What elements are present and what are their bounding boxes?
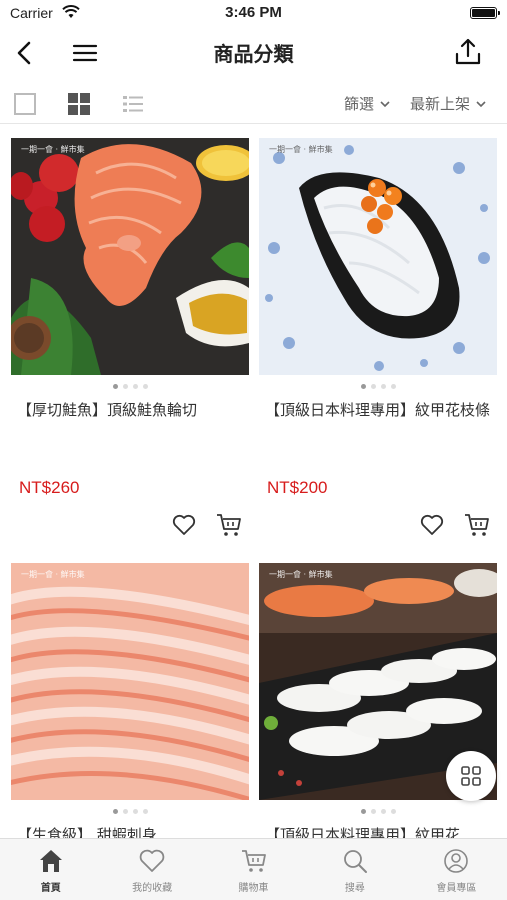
tab-label: 搜尋 xyxy=(344,883,365,894)
image-pager xyxy=(11,384,249,389)
chevron-down-icon xyxy=(476,100,486,107)
home-icon xyxy=(39,850,62,872)
grid-view-icon[interactable] xyxy=(68,93,90,115)
sort-label: 最新上架 xyxy=(410,95,471,113)
back-icon[interactable] xyxy=(10,38,40,68)
cart-icon[interactable] xyxy=(215,512,243,538)
menu-icon[interactable] xyxy=(70,38,100,68)
heart-icon[interactable] xyxy=(171,512,197,538)
view-toolbar: 篩選 最新上架 xyxy=(0,84,507,124)
list-view-icon[interactable] xyxy=(122,93,144,115)
tab-label: 會員專區 xyxy=(436,883,477,894)
product-image[interactable]: 一期一會 · 鮮市集 xyxy=(259,138,497,375)
cart-icon xyxy=(241,850,266,872)
status-bar: Carrier 3:46 PM xyxy=(0,0,507,30)
heart-icon xyxy=(139,849,165,872)
search-icon xyxy=(344,850,367,873)
cart-icon[interactable] xyxy=(463,512,491,538)
brand-watermark: 一期一會 · 鮮市集 xyxy=(21,145,85,154)
brand-watermark: 一期一會 · 鮮市集 xyxy=(269,145,333,154)
bottom-tab-bar: 首頁 我的收藏 購物車 搜尋 會員專區 xyxy=(0,838,507,900)
chevron-down-icon xyxy=(380,100,390,107)
brand-watermark: 一期一會 · 鮮市集 xyxy=(21,570,85,579)
product-price: NT$260 xyxy=(19,478,80,497)
user-icon xyxy=(444,849,469,873)
clock: 3:46 PM xyxy=(225,4,282,21)
image-pager xyxy=(259,384,497,389)
product-image[interactable]: 一期一會 · 鮮市集 xyxy=(11,138,249,375)
tab-home[interactable]: 首頁 xyxy=(0,839,101,900)
tab-cart[interactable]: 購物車 xyxy=(203,839,304,900)
product-name[interactable]: 【頂級日本料理專用】紋甲花枝條 xyxy=(265,400,495,421)
heart-icon[interactable] xyxy=(419,512,445,538)
product-image[interactable]: 一期一會 · 鮮市集 xyxy=(11,563,249,800)
filter-label: 篩選 xyxy=(344,95,375,113)
image-pager xyxy=(11,809,249,814)
image-pager xyxy=(259,809,497,814)
salmon-steak-photo xyxy=(11,138,249,375)
tab-label: 購物車 xyxy=(238,883,269,894)
product-name[interactable]: 【厚切鮭魚】頂級鮭魚輪切 xyxy=(17,400,247,421)
share-icon[interactable] xyxy=(453,37,483,67)
tab-member[interactable]: 會員專區 xyxy=(406,839,507,900)
nav-header: 商品分類 xyxy=(0,30,507,76)
floating-grid-button[interactable] xyxy=(446,751,496,801)
sweet-shrimp-photo xyxy=(11,563,249,800)
squid-roe-sushi-photo xyxy=(259,138,497,375)
tab-search[interactable]: 搜尋 xyxy=(304,839,405,900)
battery-icon xyxy=(470,7,500,19)
brand-watermark: 一期一會 · 鮮市集 xyxy=(269,570,333,579)
filter-dropdown[interactable]: 篩選 xyxy=(344,93,390,114)
tab-label: 首頁 xyxy=(40,883,61,894)
tab-label: 我的收藏 xyxy=(132,883,173,894)
tab-favorites[interactable]: 我的收藏 xyxy=(101,839,202,900)
sort-dropdown[interactable]: 最新上架 xyxy=(410,93,486,114)
grid-icon xyxy=(461,766,481,786)
single-view-icon[interactable] xyxy=(14,93,36,115)
product-price: NT$200 xyxy=(267,478,328,497)
